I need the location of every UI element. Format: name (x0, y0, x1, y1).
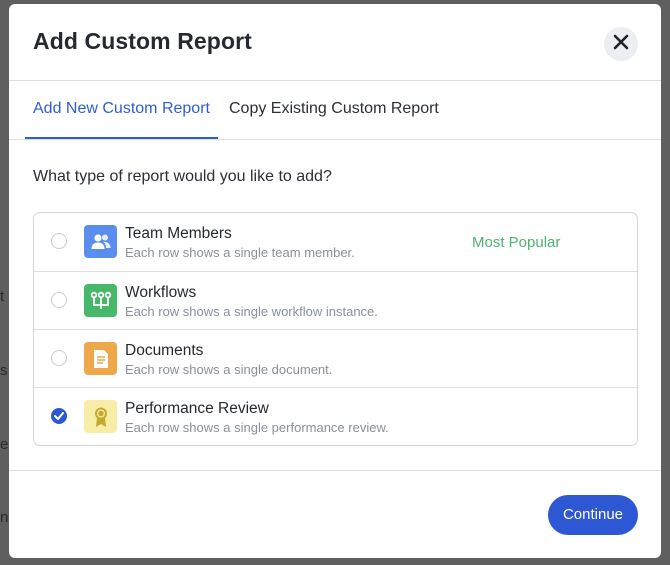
team-members-icon (84, 225, 117, 258)
option-workflows[interactable]: Workflows Each row shows a single workfl… (34, 271, 637, 330)
dialog-header: Add Custom Report (9, 4, 661, 81)
dialog-footer: Continue (9, 470, 661, 558)
close-button[interactable] (604, 27, 638, 61)
radio-documents[interactable] (51, 350, 67, 366)
option-title: Team Members (125, 225, 232, 242)
background-text: t (0, 288, 5, 305)
tab-bar: Add New Custom Report Copy Existing Cust… (9, 81, 661, 140)
option-title: Workflows (125, 284, 197, 301)
add-custom-report-dialog: Add Custom Report Add New Custom Report … (9, 4, 661, 558)
option-description: Each row shows a single performance revi… (125, 420, 389, 435)
background-text: n (0, 509, 9, 526)
continue-button[interactable]: Continue (548, 495, 638, 535)
workflow-icon (84, 284, 117, 317)
award-ribbon-icon (84, 400, 117, 433)
radio-team-members[interactable] (51, 233, 67, 249)
option-title: Performance Review (125, 400, 269, 417)
document-icon (84, 342, 117, 375)
radio-workflows[interactable] (51, 292, 67, 308)
tab-add-new-custom-report[interactable]: Add New Custom Report (25, 81, 218, 139)
report-type-question: What type of report would you like to ad… (33, 168, 332, 185)
background-text: s (0, 362, 8, 379)
option-team-members[interactable]: Team Members Each row shows a single tea… (34, 213, 637, 271)
option-description: Each row shows a single document. (125, 362, 333, 377)
radio-performance-review[interactable] (51, 408, 67, 424)
option-documents[interactable]: Documents Each row shows a single docume… (34, 329, 637, 388)
option-performance-review[interactable]: Performance Review Each row shows a sing… (34, 387, 637, 445)
tab-copy-existing-custom-report[interactable]: Copy Existing Custom Report (229, 81, 439, 138)
report-type-options: Team Members Each row shows a single tea… (33, 212, 638, 446)
background-text: e (0, 436, 9, 453)
option-description: Each row shows a single team member. (125, 245, 355, 260)
most-popular-badge: Most Popular (472, 234, 561, 251)
option-title: Documents (125, 342, 204, 359)
close-icon (613, 34, 629, 55)
dialog-title: Add Custom Report (33, 28, 252, 54)
option-description: Each row shows a single workflow instanc… (125, 304, 378, 319)
